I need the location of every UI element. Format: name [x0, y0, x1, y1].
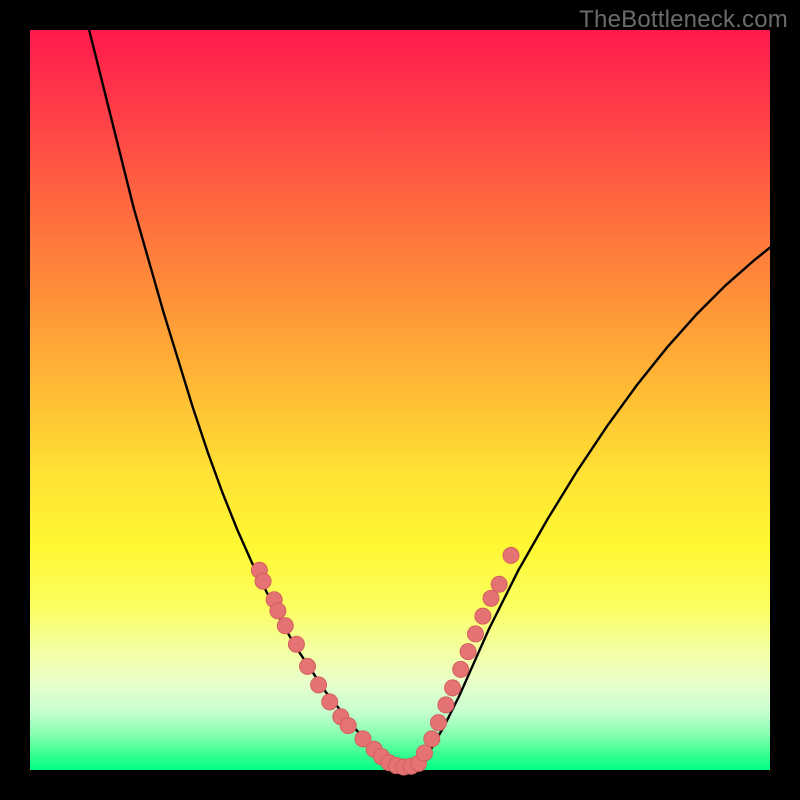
bottleneck-curve [89, 30, 770, 766]
chart-stage: TheBottleneck.com [0, 0, 800, 800]
data-point [453, 661, 469, 677]
data-point [416, 745, 432, 761]
data-point [503, 547, 519, 563]
data-point [438, 697, 454, 713]
data-point [340, 718, 356, 734]
data-point [430, 715, 446, 731]
data-point [300, 658, 316, 674]
data-point [255, 573, 271, 589]
data-point [491, 576, 507, 592]
data-point [467, 626, 483, 642]
data-point [277, 618, 293, 634]
plot-area [30, 30, 770, 770]
data-point [475, 608, 491, 624]
data-point-markers [251, 547, 519, 775]
data-point [460, 644, 476, 660]
data-point [270, 603, 286, 619]
data-point [424, 731, 440, 747]
data-point [445, 680, 461, 696]
curve-layer [30, 30, 770, 770]
data-point [322, 694, 338, 710]
data-point [483, 590, 499, 606]
data-point [311, 677, 327, 693]
data-point [288, 636, 304, 652]
